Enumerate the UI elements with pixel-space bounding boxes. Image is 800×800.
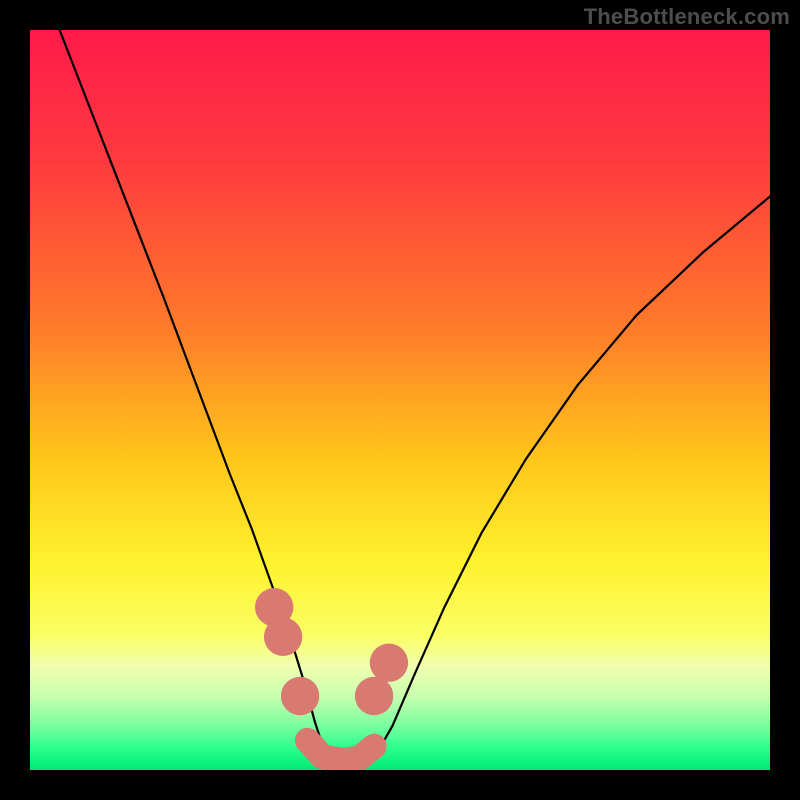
plot-area — [30, 30, 770, 770]
valley-marker-3 — [355, 677, 393, 715]
chart-svg — [30, 30, 770, 770]
watermark-text: TheBottleneck.com — [584, 4, 790, 30]
valley-marker-4 — [370, 644, 408, 682]
chart-frame: TheBottleneck.com — [0, 0, 800, 800]
valley-marker-2 — [281, 677, 319, 715]
valley-marker-1 — [264, 618, 302, 656]
